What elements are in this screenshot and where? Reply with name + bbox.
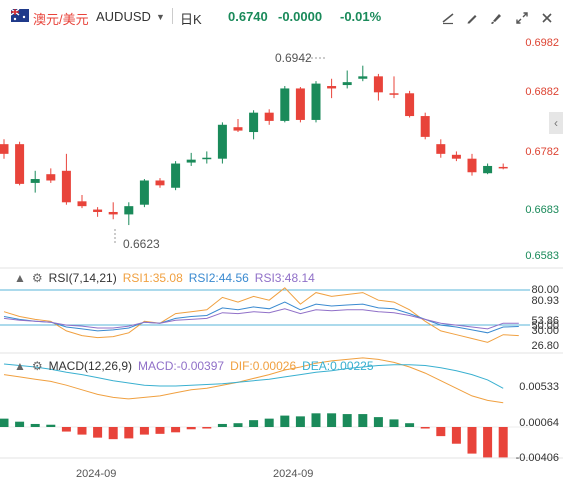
candle-body: [124, 206, 134, 215]
collapse-arrow-icon[interactable]: ▲: [14, 359, 26, 373]
candle-body: [389, 93, 399, 95]
macd-bar: [420, 427, 430, 429]
candle-body: [311, 83, 321, 120]
macd-bar: [498, 427, 508, 458]
x-axis-label: 2024-09: [76, 468, 117, 480]
candle-body: [358, 76, 368, 79]
candle-body: [155, 180, 165, 186]
candle-body: [498, 166, 508, 169]
macd-bar: [202, 427, 212, 429]
macd-bar: [483, 427, 493, 458]
x-axis-label: 2024-09: [273, 468, 314, 480]
dea-value: DEA:0.00225: [302, 359, 374, 373]
macd-bar: [124, 427, 134, 439]
macd-bar: [217, 423, 227, 427]
candle-body: [202, 157, 212, 160]
rsi1-value: RSI1:35.08: [122, 271, 183, 285]
candle-body: [139, 180, 149, 205]
macd-title: MACD(12,26,9): [48, 359, 133, 373]
rsi2-value: RSI2:44.56: [188, 271, 249, 285]
candle-body: [373, 76, 383, 93]
macd-axis-label: -0.00406: [515, 452, 559, 464]
rsi-axis-label: 30.00: [531, 325, 559, 337]
macd-bar: [264, 418, 274, 427]
macd-bar: [249, 420, 259, 427]
candle-body: [327, 86, 337, 89]
candle-body: [233, 127, 243, 131]
candle-body: [61, 170, 71, 203]
candle-body: [420, 116, 430, 137]
rsi3-value: RSI3:48.14: [254, 271, 315, 285]
rsi-axis-label: 26.80: [531, 340, 559, 352]
candle-body: [264, 112, 274, 121]
macd-bar: [389, 419, 399, 427]
macd-bar: [436, 427, 446, 437]
candle-body: [405, 93, 415, 117]
candle-body: [108, 211, 118, 215]
rsi2-line: [3, 301, 519, 334]
dif-value: DIF:0.00026: [230, 359, 297, 373]
high-annotation: 0.6942: [275, 51, 312, 65]
candle-body: [451, 154, 461, 159]
settings-icon[interactable]: ⚙: [32, 271, 43, 285]
rsi-legend: ▲ ⚙ RSI(7,14,21) RSI1:35.08 RSI2:44.56 R…: [14, 271, 315, 285]
macd-bar: [0, 418, 9, 427]
macd-bar: [15, 421, 25, 427]
macd-bar: [61, 427, 71, 432]
candle-body: [171, 163, 181, 188]
rsi3-line: [3, 308, 519, 330]
candle-body: [77, 201, 87, 207]
rsi1-line: [3, 287, 519, 343]
low-annotation: 0.6623: [123, 237, 160, 251]
candle-body: [46, 174, 56, 181]
macd-bar: [405, 423, 415, 427]
macd-bar: [46, 424, 56, 427]
macd-axis-label: 0.00533: [519, 381, 559, 393]
candle-body: [280, 88, 290, 121]
macd-bar: [467, 427, 477, 454]
macd-value: MACD:-0.00397: [138, 359, 225, 373]
macd-bar: [311, 413, 321, 427]
macd-bar: [358, 414, 368, 427]
macd-bar: [171, 427, 181, 433]
chart-canvas[interactable]: 0.6942 0.6623: [0, 0, 563, 489]
macd-bar: [155, 427, 165, 434]
candle-body: [436, 144, 446, 154]
settings-icon[interactable]: ⚙: [32, 359, 43, 373]
candle-body: [249, 112, 259, 133]
candle-body: [295, 88, 305, 120]
candle-body: [93, 209, 103, 212]
macd-bar: [295, 416, 305, 427]
candle-body: [30, 179, 40, 183]
candle-body: [483, 165, 493, 174]
rsi-axis-label: 80.93: [531, 295, 559, 307]
macd-bar: [451, 427, 461, 444]
candle-body: [467, 158, 477, 173]
collapse-arrow-icon[interactable]: ▲: [14, 271, 26, 285]
macd-axis-label: 0.00064: [519, 417, 559, 429]
rsi-title: RSI(7,14,21): [48, 271, 117, 285]
candle-body: [217, 124, 227, 159]
macd-bar: [186, 427, 196, 430]
macd-bar: [327, 413, 337, 427]
macd-bar: [342, 414, 352, 427]
macd-bar: [373, 417, 383, 427]
candle-body: [15, 144, 25, 184]
macd-bar: [30, 423, 40, 427]
macd-bar: [108, 427, 118, 440]
candle-body: [342, 82, 352, 86]
macd-bar: [233, 423, 243, 427]
macd-legend: ▲ ⚙ MACD(12,26,9) MACD:-0.00397 DIF:0.00…: [14, 359, 374, 373]
macd-bar: [77, 427, 87, 435]
macd-bar: [139, 427, 149, 435]
macd-bar: [93, 427, 103, 438]
candle-body: [0, 144, 9, 154]
candle-body: [186, 159, 196, 163]
macd-bar: [280, 415, 290, 427]
